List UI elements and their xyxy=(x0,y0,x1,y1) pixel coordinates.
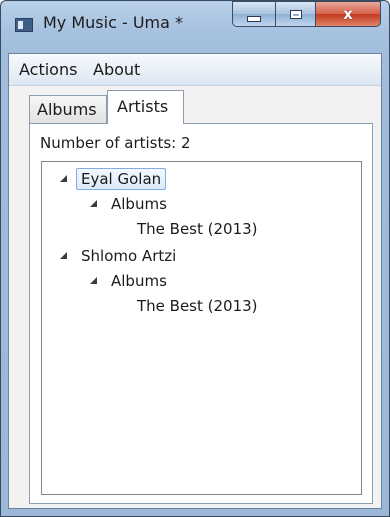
window-title: My Music - Uma * xyxy=(43,13,184,32)
close-icon: x xyxy=(343,4,353,23)
albums-group-label[interactable]: Albums xyxy=(106,270,172,292)
album-title[interactable]: The Best (2013) xyxy=(132,218,263,240)
albums-group-label[interactable]: Albums xyxy=(106,193,172,215)
tree-item-artist[interactable]: Shlomo Artzi xyxy=(60,244,181,267)
maximize-button[interactable] xyxy=(275,1,316,27)
artist-name[interactable]: Eyal Golan xyxy=(76,167,167,190)
menu-actions[interactable]: Actions xyxy=(19,60,77,79)
tree-item-album[interactable]: The Best (2013) xyxy=(132,294,263,317)
artist-count-label: Number of artists: 2 xyxy=(40,134,191,152)
artists-tree[interactable]: Eyal Golan Albums The Best (2013) Shlomo… xyxy=(41,161,362,495)
caption-buttons: x xyxy=(232,1,381,27)
tree-item-albums-group[interactable]: Albums xyxy=(90,192,172,215)
tree-item-album[interactable]: The Best (2013) xyxy=(132,217,263,240)
artists-tab-panel: Number of artists: 2 Eyal Golan Albums T… xyxy=(29,123,373,504)
minimize-button[interactable] xyxy=(232,1,276,27)
client-area: Actions About Albums Artists Number of a… xyxy=(8,53,382,509)
expanded-triangle-icon[interactable] xyxy=(90,200,97,207)
maximize-icon xyxy=(289,9,302,19)
title-bar[interactable]: My Music - Uma * x xyxy=(1,1,389,53)
tree-item-artist[interactable]: Eyal Golan xyxy=(60,167,167,190)
artist-name[interactable]: Shlomo Artzi xyxy=(76,245,181,267)
album-title[interactable]: The Best (2013) xyxy=(132,295,263,317)
expanded-triangle-icon[interactable] xyxy=(60,252,67,259)
window-app-icon[interactable] xyxy=(15,18,33,32)
app-window: My Music - Uma * x Actions About Albums … xyxy=(0,0,390,517)
expanded-triangle-icon[interactable] xyxy=(60,175,67,182)
close-button[interactable]: x xyxy=(315,1,381,27)
tab-artists[interactable]: Artists xyxy=(107,90,184,124)
menu-about[interactable]: About xyxy=(93,60,140,79)
tree-item-albums-group[interactable]: Albums xyxy=(90,269,172,292)
expanded-triangle-icon[interactable] xyxy=(90,277,97,284)
menu-bar: Actions About xyxy=(9,54,381,86)
tab-albums[interactable]: Albums xyxy=(29,95,107,123)
minimize-icon xyxy=(247,15,261,22)
tab-control: Albums Artists Number of artists: 2 Eyal… xyxy=(9,86,381,508)
